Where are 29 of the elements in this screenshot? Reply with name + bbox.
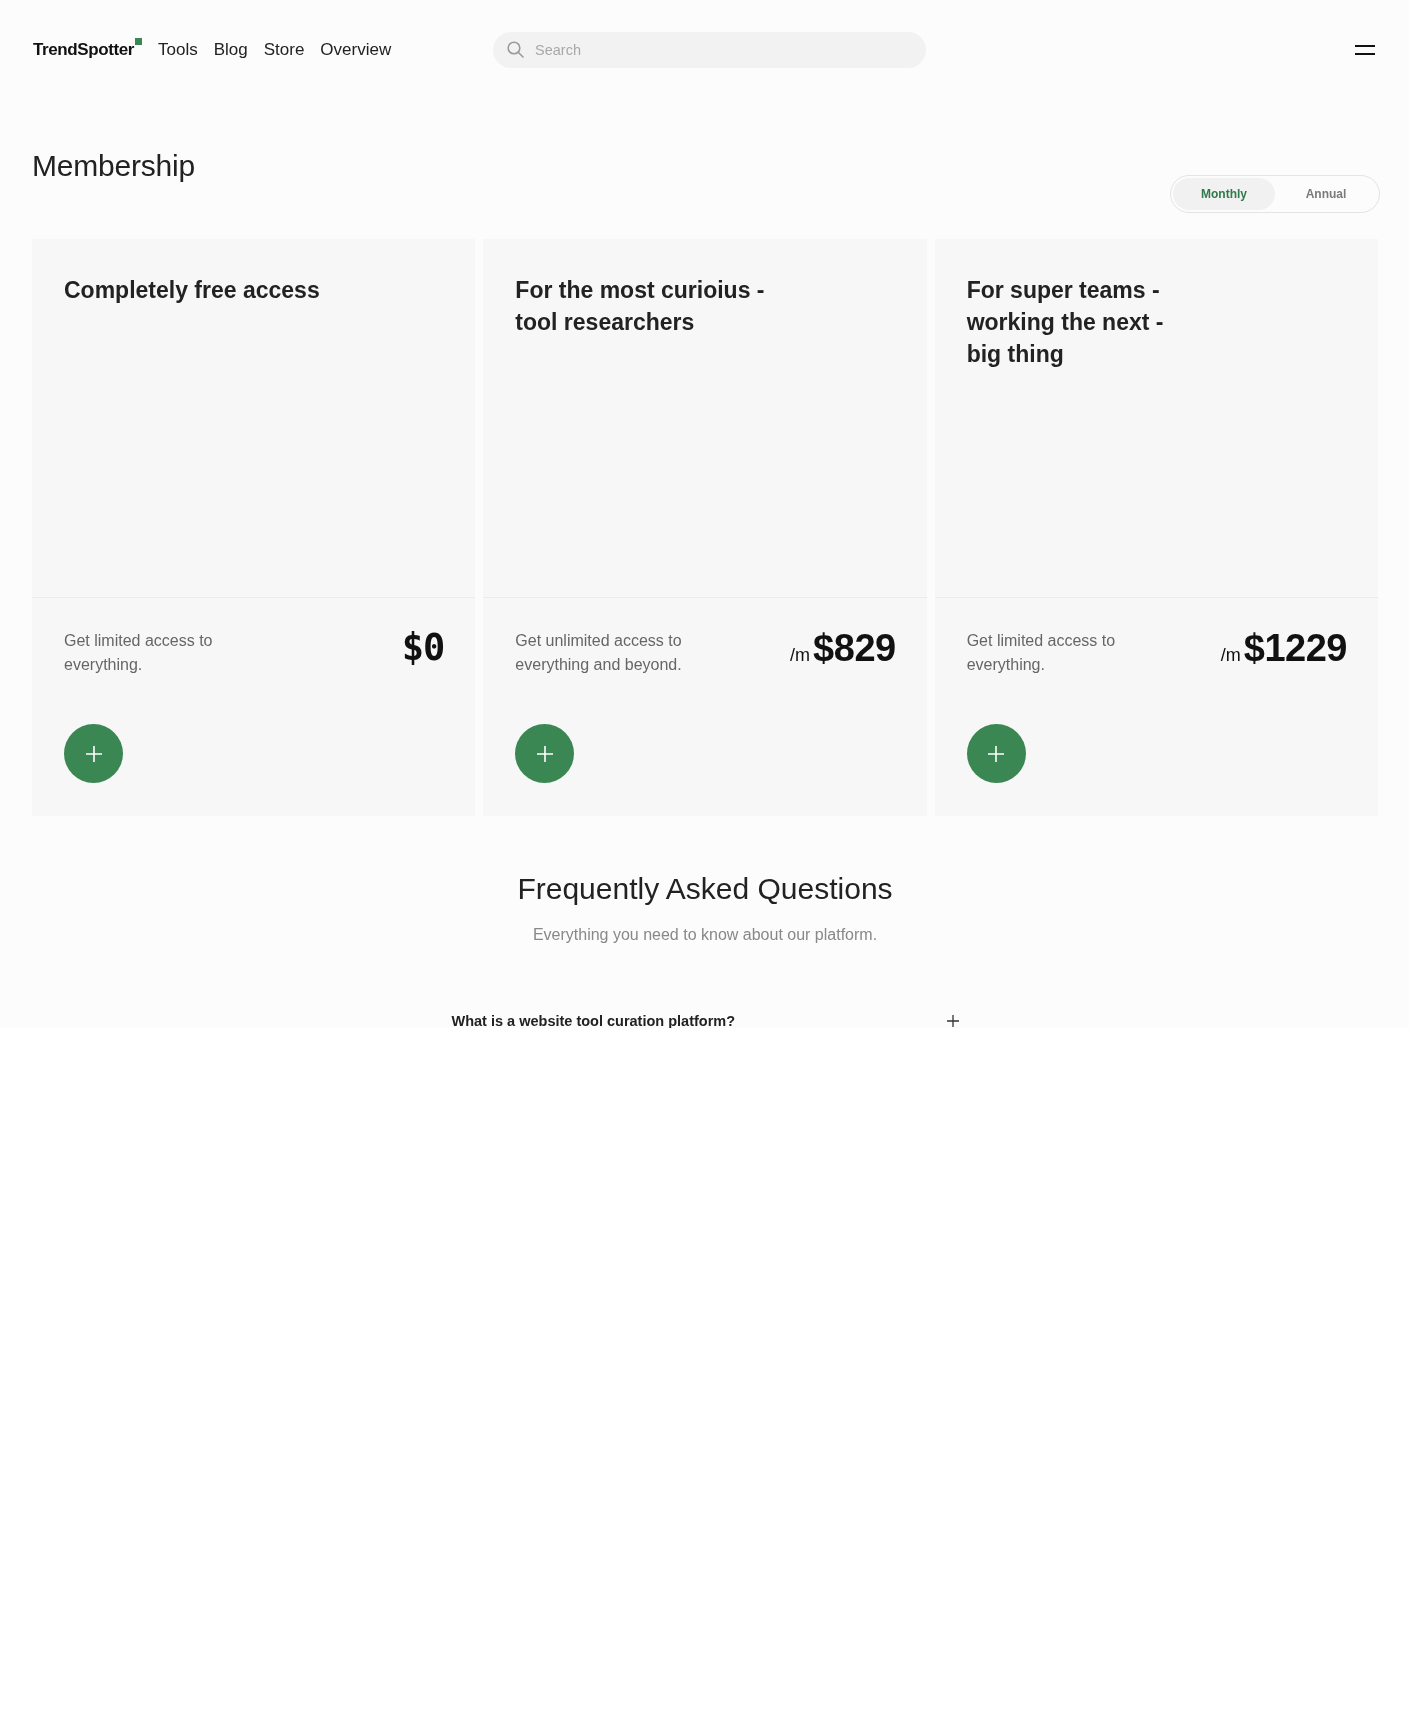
plus-icon xyxy=(84,744,103,763)
nav-link[interactable]: Store xyxy=(263,36,305,63)
plan-title: Completely free access xyxy=(64,276,321,305)
price-period: /m xyxy=(1220,644,1241,667)
nav-link[interactable]: Overview xyxy=(320,36,392,63)
plan-title: For super teams - working the next - big thing xyxy=(966,276,1165,369)
billing-option[interactable]: Annual xyxy=(1275,178,1377,210)
nav-link[interactable]: Tools xyxy=(158,36,198,63)
page-title: Membership xyxy=(32,148,196,184)
plan-description: Get limited access to everything. xyxy=(966,631,1117,675)
menu-icon xyxy=(1355,44,1375,55)
plan-description: Get limited access to everything. xyxy=(64,631,214,675)
square-icon xyxy=(135,37,142,45)
menu-button[interactable] xyxy=(1355,44,1375,55)
section-title: Frequently Asked Questions xyxy=(516,871,894,907)
section-subtitle: Everything you need to know about our platform. xyxy=(531,925,879,945)
plan-price: $1229 xyxy=(1243,629,1347,667)
plus-icon xyxy=(987,744,1006,763)
plan-price: $0 xyxy=(401,629,445,666)
search-field[interactable]: Search xyxy=(493,31,926,68)
billing-option[interactable]: Monthly xyxy=(1173,178,1275,210)
logo[interactable]: TrendSpotter xyxy=(33,39,134,60)
plan-price: $829 xyxy=(813,629,896,667)
nav-link[interactable]: Blog xyxy=(213,36,248,63)
plan-title: For the most curioius - tool researchers xyxy=(515,276,766,337)
plan-description: Get unlimited access to everything and beyond. xyxy=(515,631,683,675)
search-icon xyxy=(507,40,524,58)
price-period: /m xyxy=(790,644,811,667)
plus-icon xyxy=(535,744,554,763)
